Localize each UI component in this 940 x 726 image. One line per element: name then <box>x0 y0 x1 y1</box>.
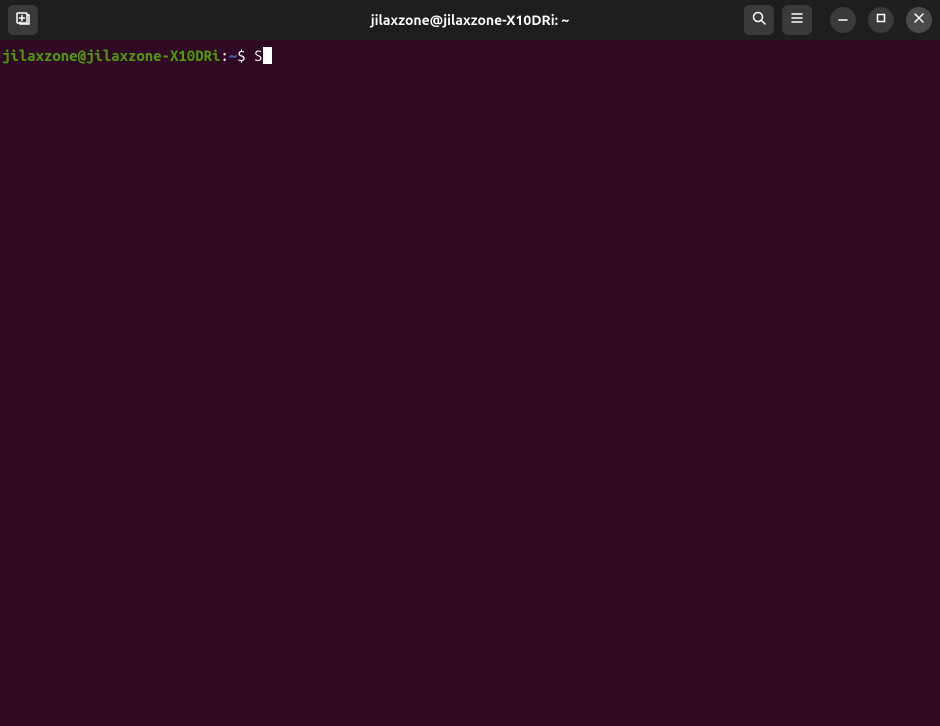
prompt-dollar: $ <box>237 47 245 64</box>
search-icon <box>751 10 767 30</box>
new-tab-icon <box>15 10 31 30</box>
close-button[interactable] <box>906 7 932 33</box>
terminal-body[interactable]: jilaxzone@jilaxzone-X10DRi:~$ S <box>0 40 940 72</box>
titlebar-right <box>744 5 932 35</box>
hamburger-icon <box>789 10 805 30</box>
prompt-user-host: jilaxzone@jilaxzone-X10DRi <box>2 47 220 64</box>
window-title: jilaxzone@jilaxzone-X10DRi: ~ <box>371 12 570 28</box>
maximize-button[interactable] <box>868 7 894 33</box>
search-button[interactable] <box>744 5 774 35</box>
titlebar-left <box>8 5 38 35</box>
titlebar: jilaxzone@jilaxzone-X10DRi: ~ <box>0 0 940 40</box>
window-controls <box>830 7 932 33</box>
minimize-button[interactable] <box>830 7 856 33</box>
close-icon <box>911 10 927 30</box>
new-tab-button[interactable] <box>8 5 38 35</box>
prompt-line: jilaxzone@jilaxzone-X10DRi:~$ S <box>2 46 938 66</box>
maximize-icon <box>873 10 889 30</box>
cursor <box>263 47 272 64</box>
command-input[interactable]: S <box>254 47 262 64</box>
minimize-icon <box>835 10 851 30</box>
prompt-path: ~ <box>229 47 237 64</box>
prompt-colon: : <box>220 47 228 64</box>
menu-button[interactable] <box>782 5 812 35</box>
